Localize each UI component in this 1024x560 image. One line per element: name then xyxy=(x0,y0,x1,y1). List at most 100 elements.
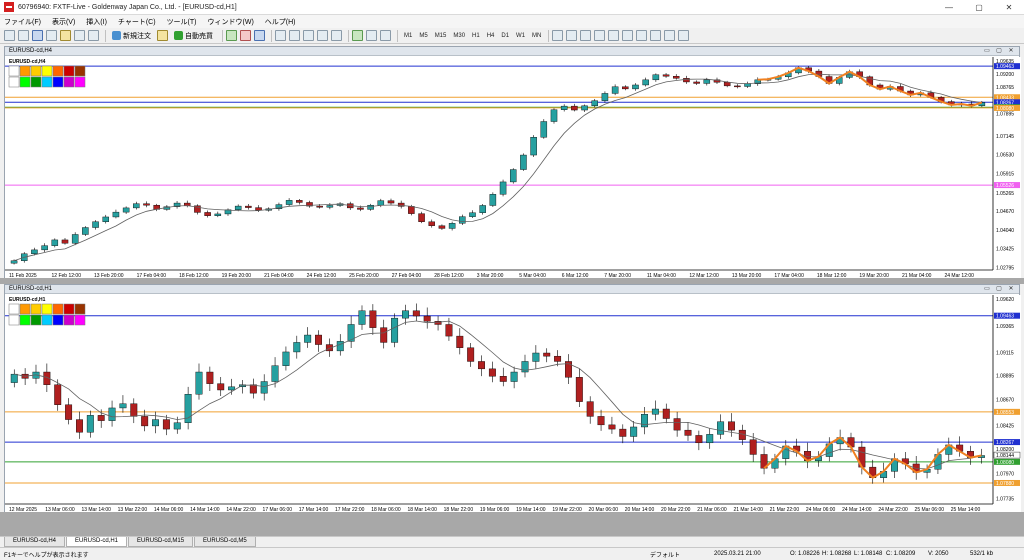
templates-icon[interactable] xyxy=(380,30,391,41)
chart-window-h1[interactable]: EURUSD-cd,H1 ▭ ▢ ✕ 1.09620 1.09365 1.09115… xyxy=(4,284,1021,513)
status-time: 2025.03.21 21:00 xyxy=(714,551,761,557)
market-watch-icon[interactable] xyxy=(32,30,43,41)
tf-w1[interactable]: W1 xyxy=(513,33,528,39)
fibonacci-icon[interactable] xyxy=(636,30,648,41)
candle-body xyxy=(357,207,364,210)
new-order-button[interactable]: 新規注文 xyxy=(109,31,154,41)
chart-minimize-button[interactable]: ▭ xyxy=(981,47,993,55)
bar-chart-icon[interactable] xyxy=(226,30,237,41)
tf-m30[interactable]: M30 xyxy=(450,33,468,39)
candle-body xyxy=(54,384,62,405)
candle-body xyxy=(622,86,629,90)
chart-maximize-button[interactable]: ▢ xyxy=(993,285,1005,293)
candle-body xyxy=(214,213,222,216)
candle-body xyxy=(122,207,130,213)
menu-help[interactable]: ヘルプ(H) xyxy=(265,17,296,27)
chart-close-button[interactable]: ✕ xyxy=(1005,47,1017,55)
candle-body xyxy=(304,334,312,343)
terminal-icon[interactable] xyxy=(74,30,85,41)
chart-maximize-button[interactable]: ▢ xyxy=(993,47,1005,55)
tf-h1[interactable]: H1 xyxy=(469,33,483,39)
zoom-in-icon[interactable] xyxy=(275,30,286,41)
tf-mn[interactable]: MN xyxy=(529,33,544,39)
chart-minimize-button[interactable]: ▭ xyxy=(981,285,993,293)
menu-view[interactable]: 表示(V) xyxy=(52,17,75,27)
tab-eurusd-m15[interactable]: EURUSD-cd,M15 xyxy=(128,537,194,547)
chart-shift-icon[interactable] xyxy=(331,30,342,41)
vertical-line-icon[interactable] xyxy=(580,30,592,41)
cursor-icon[interactable] xyxy=(552,30,564,41)
chart-canvas[interactable]: 1.09620 1.09365 1.09115 1.08895 1.08670 1.084… xyxy=(5,295,1021,513)
maximize-button[interactable]: ▢ xyxy=(964,0,994,15)
zoom-out-icon[interactable] xyxy=(289,30,300,41)
palette-swatch xyxy=(41,76,53,88)
tf-h4[interactable]: H4 xyxy=(484,33,498,39)
palette-swatch xyxy=(52,303,64,315)
candle-body xyxy=(217,383,225,391)
tf-m1[interactable]: M1 xyxy=(401,33,415,39)
menu-tools[interactable]: ツール(T) xyxy=(167,17,197,27)
status-network: 532/1 kb xyxy=(970,551,994,557)
chart-window-h4[interactable]: EURUSD-cd,H4 ▭ ▢ ✕ 1.09635 1.09200 1.08765… xyxy=(4,46,1021,279)
candle-body xyxy=(672,76,680,79)
data-window-icon[interactable] xyxy=(46,30,57,41)
candle-body xyxy=(550,109,558,122)
crosshair-icon[interactable] xyxy=(566,30,578,41)
autoscroll-icon[interactable] xyxy=(317,30,328,41)
new-chart-icon[interactable] xyxy=(4,30,15,41)
tf-m15[interactable]: M15 xyxy=(432,33,450,39)
candle-body xyxy=(108,407,116,421)
profiles-icon[interactable] xyxy=(18,30,29,41)
candle-body xyxy=(173,422,181,430)
arrows-icon[interactable] xyxy=(678,30,690,41)
text-icon[interactable] xyxy=(650,30,662,41)
tab-eurusd-m5[interactable]: EURUSD-cd,M5 xyxy=(194,537,256,547)
chart-close-button[interactable]: ✕ xyxy=(1005,285,1017,293)
menu-chart[interactable]: チャート(C) xyxy=(118,17,156,27)
menu-window[interactable]: ウィンドウ(W) xyxy=(208,17,254,27)
horizontal-line-icon[interactable] xyxy=(594,30,606,41)
palette-swatch xyxy=(8,303,20,315)
tester-icon[interactable] xyxy=(88,30,99,41)
equidistant-channel-icon[interactable] xyxy=(622,30,634,41)
candle-body xyxy=(632,84,639,90)
candle-body xyxy=(469,212,476,217)
level-price-label: 1.08267 xyxy=(996,440,1014,446)
app-icon xyxy=(4,2,14,12)
status-close: C: 1.08209 xyxy=(886,551,916,557)
palette-swatch xyxy=(19,314,31,326)
candle-body xyxy=(467,347,475,362)
chart-canvas[interactable]: 1.096351.092001.087651.083301.078951.071… xyxy=(5,57,1021,279)
chart-symbol-label: EURUSD-cd,H4 xyxy=(9,59,46,65)
candle-body xyxy=(581,105,588,111)
metaeditor-icon[interactable] xyxy=(157,30,168,41)
line-chart-icon[interactable] xyxy=(254,30,265,41)
candle-body xyxy=(92,221,99,228)
periods-icon[interactable] xyxy=(366,30,377,41)
candle-body xyxy=(673,418,681,431)
price-tick-label: 1.08425 xyxy=(996,423,1014,429)
status-bar: F1キーでヘルプが表示されます デフォルト 2025.03.21 21:00 O… xyxy=(0,547,1024,560)
tab-eurusd-h4[interactable]: EURUSD-cd,H4 xyxy=(4,537,66,547)
chart-tabs: EURUSD-cd,H4 EURUSD-cd,H1 EURUSD-cd,M15 … xyxy=(0,536,1024,547)
tab-eurusd-h1[interactable]: EURUSD-cd,H1 xyxy=(66,537,128,547)
menu-file[interactable]: ファイル(F) xyxy=(4,17,41,27)
tf-d1[interactable]: D1 xyxy=(498,33,512,39)
text-label-icon[interactable] xyxy=(664,30,676,41)
indicators-icon[interactable] xyxy=(352,30,363,41)
candle-body xyxy=(499,181,507,195)
auto-trade-button[interactable]: 自動売買 xyxy=(171,31,216,41)
candle-body xyxy=(369,310,377,328)
tile-windows-icon[interactable] xyxy=(303,30,314,41)
minimize-button[interactable]: — xyxy=(934,0,964,15)
candle-body xyxy=(499,376,507,382)
candle-body xyxy=(316,205,323,208)
close-button[interactable]: ✕ xyxy=(994,0,1024,15)
candle-chart-icon[interactable] xyxy=(240,30,251,41)
price-tick-label: 1.08765 xyxy=(996,85,1014,91)
candle-body xyxy=(293,342,301,353)
navigator-icon[interactable] xyxy=(60,30,71,41)
trendline-icon[interactable] xyxy=(608,30,620,41)
menu-insert[interactable]: 挿入(I) xyxy=(86,17,107,27)
tf-m5[interactable]: M5 xyxy=(416,33,430,39)
